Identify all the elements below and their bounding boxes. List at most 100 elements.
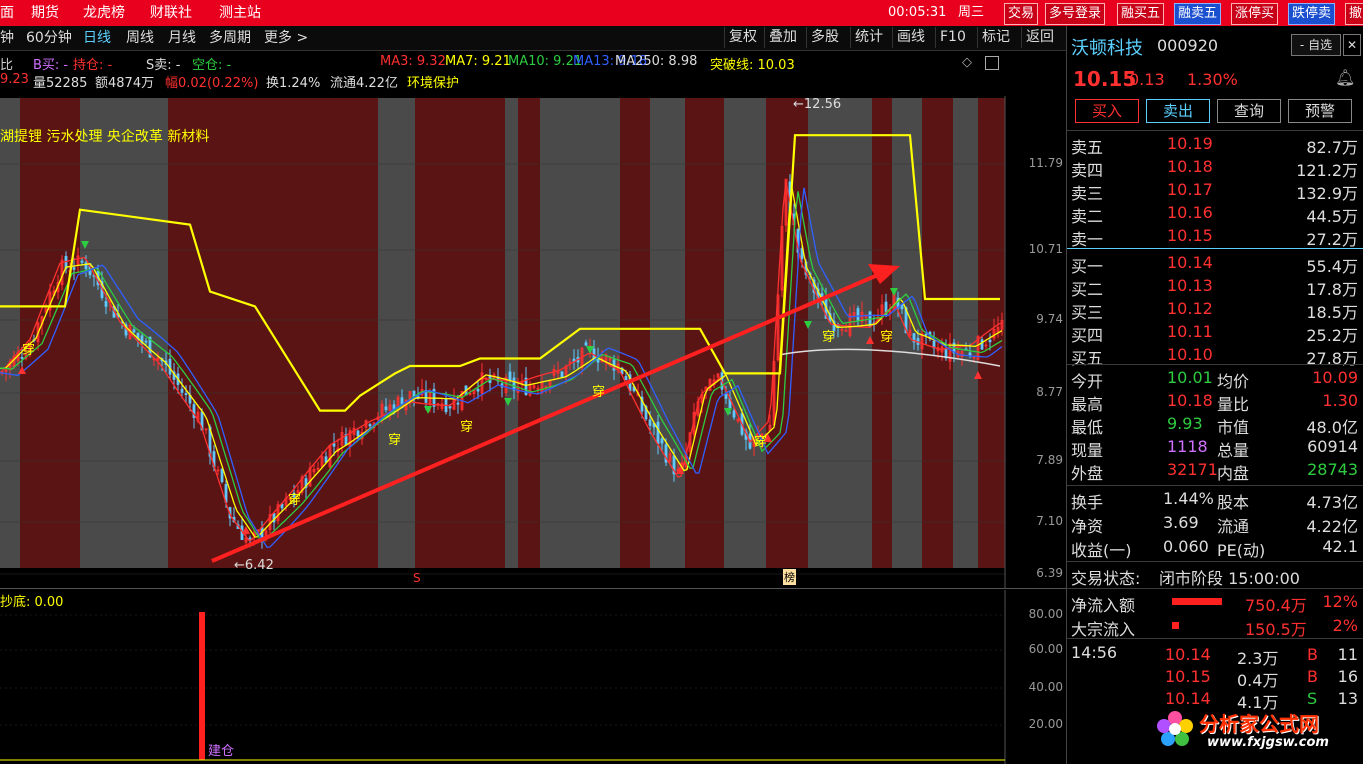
menu-item-dragon-tiger[interactable]: 龙虎榜 (83, 0, 125, 26)
candle-body (456, 402, 460, 405)
orderbook-level: 卖一 (1071, 230, 1104, 249)
tab-multi-period[interactable]: 多周期 (209, 26, 251, 50)
quote-label: 量比 (1217, 395, 1250, 414)
orderbook-row[interactable]: 卖五 10.19 82.7万 (1067, 132, 1363, 157)
orderbook-price: 10.19 (1167, 134, 1213, 153)
margin-sell-button[interactable]: 融卖五 (1174, 3, 1222, 25)
orderbook-row[interactable]: 买二 10.13 17.8万 (1067, 274, 1363, 299)
limit-down-sell-button[interactable]: 跌停卖 (1288, 3, 1336, 25)
menu-item-futures[interactable]: 期货 (31, 0, 59, 26)
stat-0: 9.23 (0, 72, 29, 87)
tab-more[interactable]: 更多 > (264, 26, 308, 50)
sub-tick: 20.00 (1028, 717, 1063, 731)
orderbook-row[interactable]: 卖四 10.18 121.2万 (1067, 155, 1363, 180)
divider (1067, 485, 1363, 486)
tick-volume: 0.4万 (1237, 671, 1279, 690)
cross-signal-label: 穿 (288, 492, 301, 508)
limit-up-buy-button[interactable]: 涨停买 (1231, 3, 1279, 25)
multi-login-button[interactable]: 多号登录 (1045, 3, 1106, 25)
menu-item-0[interactable]: 面 (0, 0, 14, 26)
margin-buy-button[interactable]: 融买五 (1117, 3, 1165, 25)
build-position-bar (199, 612, 205, 760)
orderbook-row[interactable]: 卖三 10.17 132.9万 (1067, 178, 1363, 203)
menu-item-test-server[interactable]: 测主站 (219, 0, 261, 26)
chart-band (953, 98, 978, 568)
marker-bang[interactable]: 榜 (783, 569, 796, 585)
orderbook-row[interactable]: 买五 10.10 27.8万 (1067, 343, 1363, 368)
tab-daily[interactable]: 日线 (83, 26, 111, 50)
bid-ask-divider (1067, 248, 1363, 249)
cancel-order-button[interactable]: 撤 (1345, 3, 1363, 25)
concept-tags: 湖提锂 污水处理 央企改革 新材料 (0, 129, 210, 145)
flow-pct: 2% (1332, 616, 1358, 635)
alert-button[interactable]: 预警 (1288, 99, 1352, 123)
quote-value: 1118 (1167, 437, 1208, 456)
candle-body (856, 308, 860, 322)
quote-label: 最高 (1071, 395, 1104, 414)
indicator-7: MA10: 9.21 (508, 54, 583, 69)
orderbook-price: 10.11 (1167, 322, 1213, 341)
orderbook-row[interactable]: 卖一 10.15 27.2万 (1067, 224, 1363, 249)
tab-weekly[interactable]: 周线 (126, 26, 154, 50)
orderbook-price: 10.18 (1167, 157, 1213, 176)
stats-button[interactable]: 统计 (850, 27, 887, 48)
candlestick-chart[interactable]: 穿穿穿穿穿穿穿穿 (0, 96, 1066, 588)
trade-button[interactable]: 交易 (1004, 3, 1039, 25)
indicator-4: 空仓: - (192, 58, 232, 73)
divider (1067, 364, 1363, 365)
tab-monthly[interactable]: 月线 (168, 26, 196, 50)
orderbook-row[interactable]: 买一 10.14 55.4万 (1067, 251, 1363, 276)
overlay-button[interactable]: 叠加 (764, 27, 801, 48)
trade-status-value: 闭市阶段 15:00:00 (1159, 569, 1300, 588)
draw-line-button[interactable]: 画线 (892, 27, 929, 48)
tick-side: B (1307, 645, 1318, 664)
orderbook-row[interactable]: 卖二 10.16 44.5万 (1067, 201, 1363, 226)
adjust-button[interactable]: 复权 (724, 27, 761, 48)
quote-value: 28743 (1307, 460, 1358, 479)
orderbook-row[interactable]: 买三 10.12 18.5万 (1067, 297, 1363, 322)
sell-button[interactable]: 卖出 (1146, 99, 1210, 123)
quote-value: 10.09 (1312, 368, 1358, 387)
orderbook-row[interactable]: 买四 10.11 25.2万 (1067, 320, 1363, 345)
low-price-label: ←6.42 (234, 558, 274, 573)
f10-button[interactable]: F10 (935, 27, 970, 48)
price-tick: 7.10 (1036, 514, 1063, 528)
quote-label: 总量 (1217, 441, 1250, 460)
tab-minute[interactable]: 钟 (0, 26, 14, 50)
window-toggle-icon[interactable] (985, 56, 999, 70)
multi-stock-button[interactable]: 多股 (806, 27, 843, 48)
orderbook-volume: 27.2万 (1306, 230, 1358, 249)
quote-value: 1.30 (1322, 391, 1358, 410)
price-axis: 11.79 10.71 9.74 8.77 7.89 7.10 6.39 (1005, 96, 1063, 580)
action-buttons: 买入 卖出 查询 预警 (1067, 97, 1363, 125)
chart-toolbar: 钟 60分钟 日线 周线 月线 多周期 更多 > 复权 叠加 多股 统计 画线 … (0, 26, 1066, 51)
weekday: 周三 (958, 5, 985, 20)
build-position-label: 建仓 (208, 744, 235, 759)
divider (1067, 561, 1363, 562)
query-button[interactable]: 查询 (1217, 99, 1281, 123)
price-tick: 9.74 (1036, 312, 1063, 326)
quote-label: 市值 (1217, 418, 1250, 437)
sub-tick: 60.00 (1028, 642, 1063, 656)
candle-body (332, 443, 336, 447)
candle-body (356, 430, 360, 437)
chart-band (505, 98, 518, 568)
sub-indicator-chart[interactable] (0, 590, 1066, 764)
tab-60min[interactable]: 60分钟 (26, 26, 72, 50)
candle-body (724, 393, 728, 399)
cross-signal-label: 穿 (388, 432, 401, 448)
indicator-9: MA250: 8.98 (615, 54, 698, 69)
back-button[interactable]: 返回 (1021, 27, 1058, 48)
candle-body (980, 339, 984, 350)
fund-label: PE(动) (1217, 541, 1266, 560)
quote-value: 48.0亿 (1306, 418, 1358, 437)
diamond-icon[interactable]: ◇ (962, 55, 972, 70)
cross-signal-label: 穿 (22, 342, 35, 358)
buy-button[interactable]: 买入 (1075, 99, 1139, 123)
mark-button[interactable]: 标记 (977, 27, 1014, 48)
bell-icon[interactable]: 🔔︎ (1335, 68, 1355, 87)
watchlist-button[interactable]: - 自选 (1291, 34, 1341, 56)
close-icon[interactable]: ✕ (1343, 34, 1361, 56)
fundamental-stats: 换手 1.44% 股本 4.73亿 净资 3.69 流通 4.22亿 收益(一) 0.060 PE(… (1067, 487, 1363, 560)
menu-item-cls[interactable]: 财联社 (150, 0, 192, 26)
